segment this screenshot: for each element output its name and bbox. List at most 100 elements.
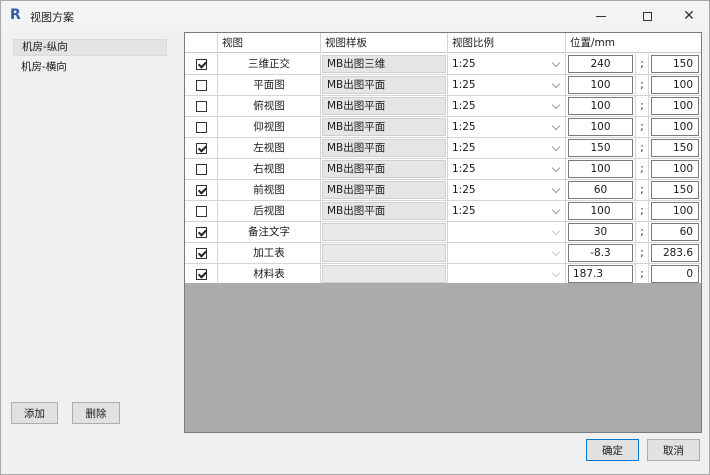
scheme-item[interactable]: 机房-横向: [13, 59, 167, 76]
view-name-cell: 三维正交: [218, 54, 321, 75]
table-row: 加工表 -8.3; 283.6: [185, 243, 701, 264]
scale-value: 1:25: [452, 79, 476, 91]
position-y-input[interactable]: 150: [651, 181, 699, 199]
view-name-cell: 前视图: [218, 180, 321, 201]
position-x-input[interactable]: 30: [568, 223, 633, 241]
position-x-input[interactable]: 100: [568, 202, 633, 220]
position-y-cell: 150: [649, 54, 701, 75]
position-x-input[interactable]: 100: [568, 76, 633, 94]
scale-dropdown[interactable]: 1:25: [448, 138, 565, 158]
position-x-cell: 187.3: [566, 264, 636, 285]
chevron-down-icon: [551, 100, 561, 110]
row-checkbox[interactable]: [195, 226, 207, 238]
maximize-icon: [642, 11, 652, 21]
row-checkbox[interactable]: [195, 247, 207, 259]
template-cell: MB出图平面: [321, 117, 448, 138]
row-checkbox[interactable]: [195, 100, 207, 112]
template-button[interactable]: [322, 223, 446, 241]
position-x-input[interactable]: 100: [568, 118, 633, 136]
scale-dropdown[interactable]: [448, 222, 565, 242]
template-button[interactable]: [322, 244, 446, 262]
template-button[interactable]: MB出图平面: [322, 160, 446, 178]
row-checkbox[interactable]: [195, 268, 207, 280]
chevron-down-icon: [551, 226, 561, 236]
position-x-input[interactable]: 100: [568, 97, 633, 115]
scale-dropdown[interactable]: [448, 264, 565, 284]
template-button[interactable]: MB出图平面: [322, 118, 446, 136]
scale-dropdown[interactable]: 1:25: [448, 96, 565, 116]
position-x-cell: 100: [566, 201, 636, 222]
template-button[interactable]: MB出图平面: [322, 202, 446, 220]
view-grid: 视图 视图样板 视图比例 位置/mm 三维正交 MB出图三维 1:25 240; 150…: [184, 32, 702, 433]
position-y-input[interactable]: 150: [651, 139, 699, 157]
scale-dropdown[interactable]: 1:25: [448, 54, 565, 74]
position-y-input[interactable]: 150: [651, 55, 699, 73]
position-x-cell: 100: [566, 117, 636, 138]
header-scale: 视图比例: [448, 33, 566, 53]
ok-button[interactable]: 确定: [586, 439, 639, 461]
cancel-button[interactable]: 取消: [647, 439, 700, 461]
template-cell: MB出图平面: [321, 159, 448, 180]
position-x-input[interactable]: -8.3: [568, 244, 633, 262]
position-separator: ;: [636, 159, 649, 180]
position-y-input[interactable]: 0: [651, 265, 699, 283]
template-button[interactable]: MB出图平面: [322, 76, 446, 94]
scale-cell: 1:25: [448, 117, 566, 138]
row-checkbox[interactable]: [195, 142, 207, 154]
minimize-button[interactable]: [578, 1, 624, 31]
scale-dropdown[interactable]: 1:25: [448, 159, 565, 179]
scale-cell: [448, 243, 566, 264]
scale-dropdown[interactable]: [448, 243, 565, 263]
chevron-down-icon: [551, 163, 561, 173]
template-button[interactable]: [322, 265, 446, 283]
position-x-input[interactable]: 100: [568, 160, 633, 178]
row-check-cell: [185, 117, 218, 138]
revit-app-icon: R: [10, 7, 21, 23]
row-checkbox[interactable]: [195, 184, 207, 196]
row-checkbox[interactable]: [195, 205, 207, 217]
position-y-input[interactable]: 100: [651, 97, 699, 115]
template-button[interactable]: MB出图平面: [322, 139, 446, 157]
scheme-item[interactable]: 机房-纵向: [13, 39, 167, 56]
position-x-cell: 60: [566, 180, 636, 201]
scale-dropdown[interactable]: 1:25: [448, 180, 565, 200]
scale-value: 1:25: [452, 100, 476, 112]
template-button[interactable]: MB出图平面: [322, 97, 446, 115]
template-button[interactable]: MB出图三维: [322, 55, 446, 73]
scale-dropdown[interactable]: 1:25: [448, 201, 565, 221]
view-name-cell: 仰视图: [218, 117, 321, 138]
position-x-input[interactable]: 150: [568, 139, 633, 157]
view-name-cell: 备注文字: [218, 222, 321, 243]
scale-cell: 1:25: [448, 75, 566, 96]
row-checkbox[interactable]: [195, 121, 207, 133]
row-check-cell: [185, 180, 218, 201]
template-button[interactable]: MB出图平面: [322, 181, 446, 199]
position-y-input[interactable]: 100: [651, 118, 699, 136]
row-checkbox[interactable]: [195, 163, 207, 175]
position-x-input[interactable]: 240: [568, 55, 633, 73]
row-checkbox[interactable]: [195, 58, 207, 70]
position-x-input[interactable]: 187.3: [568, 265, 633, 283]
scale-cell: 1:25: [448, 159, 566, 180]
position-y-cell: 283.6: [649, 243, 701, 264]
row-checkbox[interactable]: [195, 79, 207, 91]
scale-dropdown[interactable]: 1:25: [448, 75, 565, 95]
grid-empty-area: [185, 283, 701, 432]
scale-dropdown[interactable]: 1:25: [448, 117, 565, 137]
delete-button[interactable]: 删除: [72, 402, 120, 424]
position-x-input[interactable]: 60: [568, 181, 633, 199]
position-y-input[interactable]: 60: [651, 223, 699, 241]
position-y-cell: 150: [649, 180, 701, 201]
position-y-input[interactable]: 100: [651, 160, 699, 178]
add-button[interactable]: 添加: [11, 402, 58, 424]
chevron-down-icon: [551, 247, 561, 257]
position-x-cell: -8.3: [566, 243, 636, 264]
template-cell: MB出图平面: [321, 96, 448, 117]
position-y-cell: 100: [649, 96, 701, 117]
position-y-input[interactable]: 100: [651, 202, 699, 220]
position-y-input[interactable]: 100: [651, 76, 699, 94]
position-y-cell: 100: [649, 117, 701, 138]
maximize-button[interactable]: [624, 1, 670, 31]
close-button[interactable]: ✕: [666, 1, 710, 31]
position-y-input[interactable]: 283.6: [651, 244, 699, 262]
